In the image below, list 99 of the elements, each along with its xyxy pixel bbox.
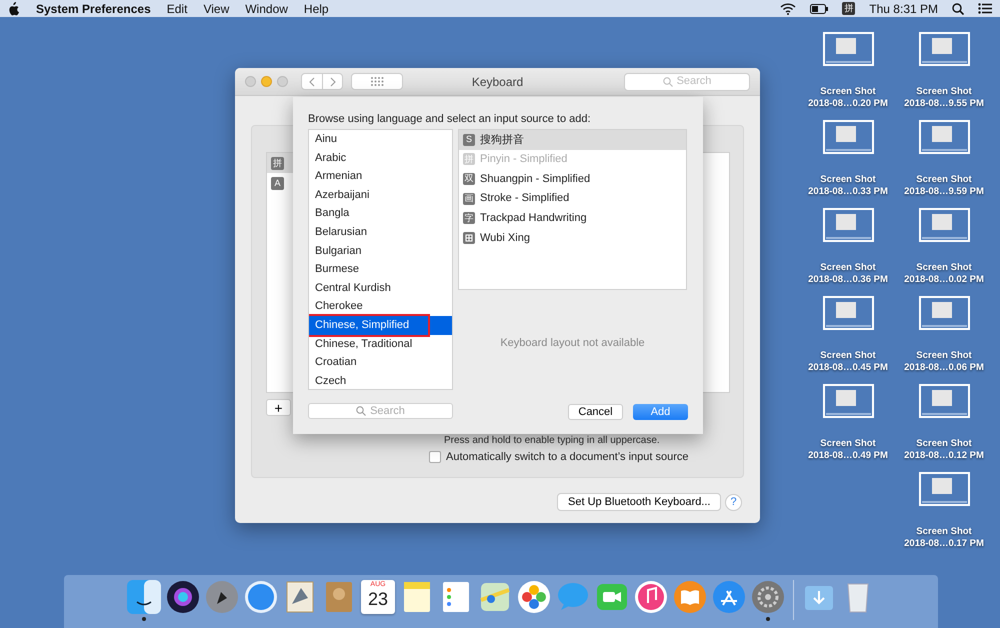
file-name[interactable]: 2018-08…0.02 PM (904, 274, 984, 286)
hint-text: Press and hold to enable typing in all uppercase. (444, 434, 660, 448)
screenshot-thumbnail[interactable] (822, 296, 874, 330)
show-all-button[interactable] (351, 73, 403, 90)
file-name[interactable]: 2018-08…0.06 PM (904, 362, 984, 374)
file-name[interactable]: 2018-08…0.17 PM (904, 538, 984, 550)
file-name[interactable]: Screen Shot (820, 174, 876, 186)
menu-item[interactable]: View (203, 0, 230, 18)
search-icon[interactable] (952, 2, 964, 14)
bluetooth-button[interactable]: Set Up Bluetooth Keyboard... (557, 493, 722, 511)
screenshot-thumbnail[interactable] (822, 384, 874, 418)
screenshot-thumbnail[interactable] (918, 384, 970, 418)
language-item[interactable]: Bangla (309, 204, 452, 223)
language-item[interactable]: Croatian (309, 353, 452, 372)
input-method-icon: S (463, 134, 475, 146)
file-name[interactable]: Screen Shot (916, 526, 972, 538)
language-item[interactable]: Arabic (309, 148, 452, 168)
forward-icon (330, 76, 336, 86)
language-item[interactable]: Chinese, Traditional (309, 334, 452, 354)
app-store-icon[interactable] (712, 580, 746, 614)
input-method-item[interactable]: 画 Stroke - Simplified (459, 188, 686, 208)
file-name[interactable]: Screen Shot (916, 174, 972, 186)
file-name[interactable]: 2018-08…9.55 PM (904, 98, 984, 110)
file-name[interactable]: Screen Shot (916, 438, 972, 450)
file-name[interactable]: 2018-08…0.33 PM (808, 186, 888, 198)
screenshot-thumbnail[interactable] (918, 32, 970, 66)
screenshot-thumbnail[interactable] (822, 208, 874, 242)
language-item[interactable]: Belarusian (309, 222, 452, 242)
file-name[interactable]: Screen Shot (916, 262, 972, 274)
language-item[interactable]: Azerbaijani (309, 186, 452, 204)
menu-item[interactable]: Help (304, 0, 329, 18)
file-name[interactable]: 2018-08…0.49 PM (808, 450, 888, 462)
language-item[interactable]: Central Kurdish (309, 278, 452, 298)
screenshot-thumbnail[interactable] (918, 120, 970, 154)
file-name[interactable]: 2018-08…9.59 PM (904, 186, 984, 198)
screenshot-thumbnail[interactable] (918, 472, 970, 506)
search-icon (662, 76, 673, 86)
file-name[interactable]: Screen Shot (916, 86, 972, 98)
input-method-icon: 双 (463, 172, 475, 185)
input-method-item[interactable]: 双 Shuangpin - Simplified (459, 169, 686, 189)
list-row[interactable]: 拼 (267, 153, 293, 173)
input-method-item[interactable]: Wubi Xing (459, 228, 686, 248)
language-item[interactable]: Czech (309, 372, 452, 389)
book-icon[interactable] (673, 580, 707, 614)
app-menu[interactable]: System Preferences (36, 0, 151, 18)
file-name[interactable]: 2018-08…0.45 PM (808, 362, 888, 374)
grid-icon (370, 77, 384, 86)
screenshot-thumbnail[interactable] (822, 120, 874, 154)
file-name[interactable]: Screen Shot (820, 86, 876, 98)
map-icon[interactable] (478, 580, 512, 614)
input-menu-icon[interactable]: 拼 (842, 2, 856, 15)
file-name[interactable]: Screen Shot (820, 350, 876, 362)
apple-icon[interactable] (8, 2, 20, 16)
language-item[interactable]: Armenian (309, 167, 452, 186)
back-icon (309, 76, 315, 86)
input-source-icon: A (271, 176, 284, 190)
screenshot-thumbnail[interactable] (918, 296, 970, 330)
file-name[interactable]: Screen Shot (916, 350, 972, 362)
auto-switch-checkbox[interactable]: Automatically switch to a document’s input source (429, 449, 689, 466)
sheet-prompt: Browse using language and select an input source to add: (308, 112, 591, 127)
input-source-icon: 拼 (271, 156, 284, 170)
language-item[interactable]: Burmese (309, 260, 452, 279)
file-name[interactable]: Screen Shot (820, 262, 876, 274)
language-item[interactable]: Cherokee (309, 297, 452, 316)
input-method-item[interactable]: S 搜狗拼音 (459, 130, 686, 150)
preview-note: Keyboard layout not available (499, 336, 646, 351)
language-item[interactable]: Chinese, Simplified (309, 316, 452, 335)
wifi-icon[interactable] (780, 2, 796, 14)
window-title: Keyboard (472, 74, 524, 90)
input-method-item[interactable]: 字 Trackpad Handwriting (459, 208, 686, 228)
menu-icon[interactable] (978, 3, 992, 14)
flower-icon[interactable] (517, 580, 551, 614)
file-name[interactable]: 2018-08…0.36 PM (808, 274, 888, 286)
menu-clock[interactable]: Thu 8:31 PM (869, 0, 938, 18)
input-method-icon: 字 (463, 212, 475, 224)
cancel-button[interactable]: Cancel (568, 404, 623, 420)
search-icon (356, 406, 366, 416)
input-method-icon (463, 232, 475, 244)
help-button[interactable]: ? (725, 494, 742, 511)
screenshot-thumbnail[interactable] (822, 32, 874, 66)
music-note-icon[interactable] (634, 580, 668, 614)
file-name[interactable]: 2018-08…0.12 PM (904, 450, 984, 462)
file-name[interactable]: 2018-08…0.20 PM (808, 98, 888, 110)
orb-icon[interactable] (166, 580, 200, 614)
gear-icon[interactable] (751, 580, 785, 614)
running-indicator (766, 617, 770, 621)
language-item[interactable]: Ainu (309, 130, 452, 149)
battery-icon[interactable] (810, 4, 828, 14)
menu-item[interactable]: Edit (166, 0, 188, 18)
running-indicator (142, 617, 146, 621)
language-item[interactable]: Bulgarian (309, 242, 452, 260)
face-icon[interactable] (127, 580, 161, 614)
file-name[interactable]: Screen Shot (820, 438, 876, 450)
compass-icon[interactable] (244, 580, 278, 614)
input-method-icon: 画 (463, 192, 475, 205)
menu-item[interactable]: Window (245, 0, 288, 18)
add-button[interactable]: + (266, 399, 291, 416)
screenshot-thumbnail[interactable] (918, 208, 970, 242)
list-row[interactable]: A (267, 173, 293, 193)
